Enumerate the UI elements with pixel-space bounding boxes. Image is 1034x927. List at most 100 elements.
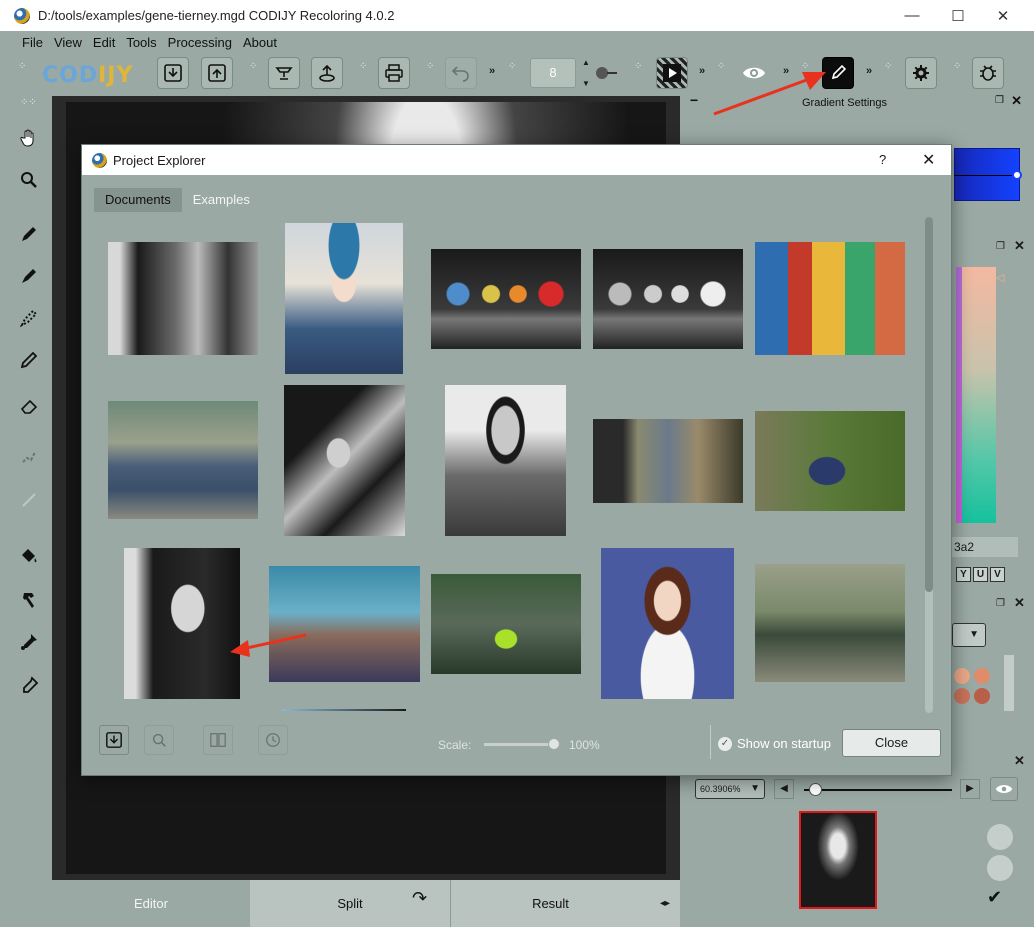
thumbnail-girl-blue-hat[interactable] bbox=[285, 223, 403, 374]
history-button[interactable] bbox=[258, 725, 288, 755]
menu-view[interactable]: View bbox=[54, 35, 82, 50]
tab-examples[interactable]: Examples bbox=[182, 188, 261, 212]
close-button[interactable]: ✕ bbox=[980, 0, 1026, 31]
zoom-slider-track[interactable] bbox=[804, 789, 952, 791]
color-swatch[interactable] bbox=[954, 668, 970, 684]
pencil-tool[interactable] bbox=[10, 343, 48, 377]
scale-slider-track[interactable] bbox=[484, 743, 556, 746]
brush-size-input[interactable]: 8 bbox=[530, 58, 576, 88]
u-channel-button[interactable]: U bbox=[973, 567, 988, 582]
scale-slider-knob[interactable] bbox=[548, 738, 560, 750]
gradient-pointer-icon[interactable]: ◁ bbox=[996, 271, 1004, 284]
thumbnail-princess-portrait[interactable] bbox=[601, 548, 734, 699]
help-button[interactable]: ? bbox=[879, 152, 886, 167]
color-swatch[interactable] bbox=[954, 688, 970, 704]
navigator-eye-button[interactable] bbox=[990, 777, 1018, 801]
tab-scroll-icon[interactable]: ◂▸ bbox=[650, 880, 680, 927]
color-gradient-bar[interactable] bbox=[962, 267, 996, 523]
float-icon[interactable]: ❐ bbox=[995, 95, 1004, 106]
tab-result[interactable]: Result bbox=[450, 880, 650, 927]
process-button[interactable] bbox=[656, 57, 688, 89]
check-icon[interactable]: ✔ bbox=[987, 887, 1013, 913]
extra-pen-button[interactable] bbox=[987, 855, 1013, 881]
thumbnail-fruit-bowl[interactable] bbox=[755, 411, 905, 511]
picker-tool[interactable] bbox=[10, 625, 48, 659]
brush-tool[interactable] bbox=[10, 259, 48, 293]
toolbar-grip-icon[interactable]: ⁘ bbox=[717, 62, 725, 82]
float-icon[interactable]: ❐ bbox=[996, 598, 1005, 609]
maximize-button[interactable]: ☐ bbox=[935, 0, 981, 31]
v-channel-button[interactable]: V bbox=[990, 567, 1005, 582]
find-document-button[interactable] bbox=[144, 725, 174, 755]
strip-grip-icon[interactable]: ⁘⁘ bbox=[20, 97, 37, 108]
thumbnail-officer-bw[interactable] bbox=[445, 385, 566, 536]
palette-dropdown[interactable]: ▼ bbox=[952, 623, 986, 647]
toolbar-grip-icon[interactable]: ⁘ bbox=[801, 62, 809, 82]
thumbnail-couple-bw[interactable] bbox=[108, 242, 258, 355]
toolbar-grip-icon[interactable]: ⁘ bbox=[634, 62, 642, 82]
thumbnail-family-color[interactable] bbox=[269, 566, 420, 682]
thumbnail-birds-color[interactable] bbox=[431, 249, 581, 349]
show-on-startup-checkbox[interactable]: ✓ Show on startup bbox=[718, 736, 831, 751]
close-dialog-button[interactable]: Close bbox=[842, 729, 941, 757]
y-channel-button[interactable]: Y bbox=[956, 567, 971, 582]
collapse-icon[interactable]: − bbox=[690, 92, 698, 108]
toolbar-overflow-icon[interactable]: » bbox=[783, 65, 789, 77]
undo-button[interactable] bbox=[445, 57, 477, 89]
thumbnail-road-figure[interactable] bbox=[431, 574, 581, 674]
color-code-field[interactable]: 3a2 bbox=[952, 537, 1018, 557]
toolbar-grip-icon[interactable]: ⁘ bbox=[884, 62, 892, 82]
swap-icon[interactable]: ↷ bbox=[412, 888, 427, 909]
thumbnail-living-room[interactable] bbox=[593, 419, 743, 503]
color-swatch[interactable] bbox=[974, 668, 990, 684]
minimize-button[interactable]: — bbox=[889, 0, 935, 31]
thumbnail-colorful-houses[interactable] bbox=[755, 242, 905, 355]
marker-tool[interactable] bbox=[10, 217, 48, 251]
pan-tool[interactable] bbox=[10, 121, 48, 155]
zoom-in-button[interactable]: ▶ bbox=[960, 779, 980, 799]
toolbar-grip-icon[interactable]: ⁘ bbox=[249, 62, 257, 82]
panel-close-icon[interactable]: ✕ bbox=[1014, 753, 1025, 769]
zoom-tool[interactable] bbox=[10, 163, 48, 197]
dialog-scrollbar-thumb[interactable] bbox=[925, 217, 933, 592]
toolbar-grip-icon[interactable]: ⁘ bbox=[18, 62, 26, 82]
dialog-close-icon[interactable]: ✕ bbox=[922, 150, 935, 170]
spin-up-icon[interactable]: ▲ bbox=[582, 58, 590, 67]
toolbar-overflow-icon[interactable]: » bbox=[699, 65, 705, 77]
pin-stack-button[interactable] bbox=[268, 57, 300, 89]
settings-button[interactable] bbox=[905, 57, 937, 89]
zoom-out-button[interactable]: ◀ bbox=[774, 779, 794, 799]
gradient-handle[interactable] bbox=[1012, 170, 1022, 180]
panel-close-icon[interactable]: ✕ bbox=[1014, 595, 1025, 611]
tab-documents[interactable]: Documents bbox=[94, 188, 182, 212]
extra-tool-button[interactable] bbox=[987, 824, 1013, 850]
toolbar-grip-icon[interactable]: ⁘ bbox=[508, 62, 516, 82]
toolbar-grip-icon[interactable]: ⁘ bbox=[359, 62, 367, 82]
debug-button[interactable] bbox=[972, 57, 1004, 89]
dotted-brush-tool[interactable] bbox=[10, 301, 48, 335]
eyedropper-tool[interactable] bbox=[10, 669, 48, 703]
menu-file[interactable]: File bbox=[22, 35, 43, 50]
preview-button[interactable] bbox=[738, 57, 770, 89]
line-tool[interactable] bbox=[10, 483, 48, 517]
print-button[interactable] bbox=[378, 57, 410, 89]
menu-processing[interactable]: Processing bbox=[168, 35, 232, 50]
thumbnail-vintage-car[interactable] bbox=[755, 564, 905, 682]
hammer-tool[interactable] bbox=[10, 583, 48, 617]
palette-scrollbar[interactable] bbox=[1004, 655, 1014, 711]
compare-button[interactable] bbox=[203, 725, 233, 755]
panel-close-icon[interactable]: ✕ bbox=[1014, 238, 1025, 254]
toolbar-grip-icon[interactable]: ⁘ bbox=[426, 62, 434, 82]
menu-tools[interactable]: Tools bbox=[126, 35, 156, 50]
thumbnail-swimsuit-group[interactable] bbox=[108, 401, 258, 519]
thumbnail-gene-tierney-bw[interactable] bbox=[124, 548, 240, 699]
toolbar-overflow-icon[interactable]: » bbox=[866, 65, 872, 77]
navigator-thumbnail[interactable] bbox=[799, 811, 877, 909]
upload-button[interactable] bbox=[311, 57, 343, 89]
smudge-tool[interactable] bbox=[10, 439, 48, 473]
float-icon[interactable]: ❐ bbox=[996, 241, 1005, 252]
open-document-button[interactable] bbox=[99, 725, 129, 755]
export-button[interactable] bbox=[201, 57, 233, 89]
eraser-tool[interactable] bbox=[10, 389, 48, 423]
panel-close-icon[interactable]: ✕ bbox=[1011, 93, 1022, 109]
